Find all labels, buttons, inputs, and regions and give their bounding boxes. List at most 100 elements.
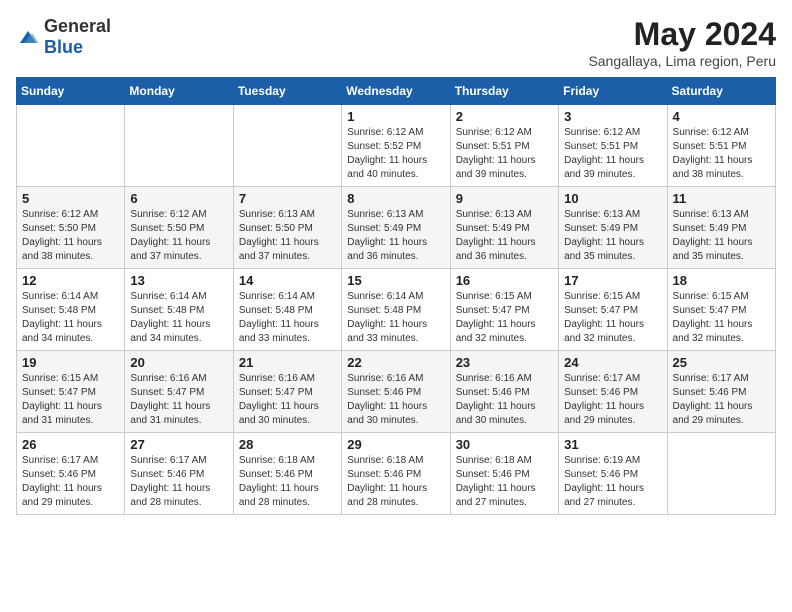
calendar-week-row: 1Sunrise: 6:12 AM Sunset: 5:52 PM Daylig… bbox=[17, 105, 776, 187]
day-number: 27 bbox=[130, 437, 227, 452]
calendar-cell: 27 Sunrise: 6:17 AM Sunset: 5:46 PM Dayli… bbox=[125, 433, 233, 515]
day-number: 26 bbox=[22, 437, 119, 452]
calendar-cell: 24 Sunrise: 6:17 AM Sunset: 5:46 PM Dayli… bbox=[559, 351, 667, 433]
calendar-cell: 10 Sunrise: 6:13 AM Sunset: 5:49 PM Dayli… bbox=[559, 187, 667, 269]
weekday-header: Friday bbox=[559, 78, 667, 105]
weekday-header: Wednesday bbox=[342, 78, 450, 105]
day-info: Sunrise: 6:14 AM Sunset: 5:48 PM Dayligh… bbox=[239, 290, 336, 346]
day-number: 22 bbox=[347, 355, 444, 370]
day-info: Sunrise: 6:17 AM Sunset: 5:46 PM Dayligh… bbox=[673, 372, 770, 428]
day-number: 5 bbox=[22, 191, 119, 206]
calendar-cell: 3Sunrise: 6:12 AM Sunset: 5:51 PM Daylig… bbox=[559, 105, 667, 187]
day-info: Sunrise: 6:18 AM Sunset: 5:46 PM Dayligh… bbox=[239, 454, 336, 510]
calendar-cell bbox=[233, 105, 341, 187]
calendar-cell: 9 Sunrise: 6:13 AM Sunset: 5:49 PM Daylig… bbox=[450, 187, 558, 269]
location: Sangallaya, Lima region, Peru bbox=[588, 53, 776, 69]
day-info: Sunrise: 6:16 AM Sunset: 5:47 PM Dayligh… bbox=[130, 372, 227, 428]
day-info: Sunrise: 6:16 AM Sunset: 5:46 PM Dayligh… bbox=[456, 372, 553, 428]
calendar-cell: 21Sunrise: 6:16 AM Sunset: 5:47 PM Dayli… bbox=[233, 351, 341, 433]
day-number: 2 bbox=[456, 109, 553, 124]
day-info: Sunrise: 6:12 AM Sunset: 5:51 PM Dayligh… bbox=[673, 126, 770, 182]
calendar-week-row: 12 Sunrise: 6:14 AM Sunset: 5:48 PM Dayli… bbox=[17, 269, 776, 351]
day-info: Sunrise: 6:17 AM Sunset: 5:46 PM Dayligh… bbox=[130, 454, 227, 510]
calendar-cell: 8Sunrise: 6:13 AM Sunset: 5:49 PM Daylig… bbox=[342, 187, 450, 269]
calendar-cell bbox=[667, 433, 775, 515]
calendar-cell: 20 Sunrise: 6:16 AM Sunset: 5:47 PM Dayli… bbox=[125, 351, 233, 433]
day-number: 10 bbox=[564, 191, 661, 206]
day-info: Sunrise: 6:17 AM Sunset: 5:46 PM Dayligh… bbox=[564, 372, 661, 428]
day-info: Sunrise: 6:19 AM Sunset: 5:46 PM Dayligh… bbox=[564, 454, 661, 510]
day-info: Sunrise: 6:13 AM Sunset: 5:49 PM Dayligh… bbox=[564, 208, 661, 264]
day-number: 16 bbox=[456, 273, 553, 288]
calendar-cell: 15Sunrise: 6:14 AM Sunset: 5:48 PM Dayli… bbox=[342, 269, 450, 351]
day-number: 13 bbox=[130, 273, 227, 288]
day-number: 20 bbox=[130, 355, 227, 370]
day-number: 18 bbox=[673, 273, 770, 288]
day-info: Sunrise: 6:15 AM Sunset: 5:47 PM Dayligh… bbox=[673, 290, 770, 346]
calendar-cell: 19Sunrise: 6:15 AM Sunset: 5:47 PM Dayli… bbox=[17, 351, 125, 433]
calendar-cell: 13 Sunrise: 6:14 AM Sunset: 5:48 PM Dayli… bbox=[125, 269, 233, 351]
month-title: May 2024 bbox=[588, 16, 776, 53]
calendar-cell: 22 Sunrise: 6:16 AM Sunset: 5:46 PM Dayli… bbox=[342, 351, 450, 433]
day-info: Sunrise: 6:14 AM Sunset: 5:48 PM Dayligh… bbox=[130, 290, 227, 346]
day-info: Sunrise: 6:13 AM Sunset: 5:49 PM Dayligh… bbox=[347, 208, 444, 264]
day-number: 23 bbox=[456, 355, 553, 370]
logo-general: General bbox=[44, 16, 111, 36]
day-info: Sunrise: 6:14 AM Sunset: 5:48 PM Dayligh… bbox=[347, 290, 444, 346]
day-info: Sunrise: 6:12 AM Sunset: 5:50 PM Dayligh… bbox=[22, 208, 119, 264]
calendar-table: SundayMondayTuesdayWednesdayThursdayFrid… bbox=[16, 77, 776, 515]
day-info: Sunrise: 6:12 AM Sunset: 5:50 PM Dayligh… bbox=[130, 208, 227, 264]
day-number: 30 bbox=[456, 437, 553, 452]
weekday-header: Thursday bbox=[450, 78, 558, 105]
calendar-cell: 25 Sunrise: 6:17 AM Sunset: 5:46 PM Dayli… bbox=[667, 351, 775, 433]
calendar-cell: 30Sunrise: 6:18 AM Sunset: 5:46 PM Dayli… bbox=[450, 433, 558, 515]
calendar-cell: 11Sunrise: 6:13 AM Sunset: 5:49 PM Dayli… bbox=[667, 187, 775, 269]
day-info: Sunrise: 6:14 AM Sunset: 5:48 PM Dayligh… bbox=[22, 290, 119, 346]
weekday-header-row: SundayMondayTuesdayWednesdayThursdayFrid… bbox=[17, 78, 776, 105]
day-number: 29 bbox=[347, 437, 444, 452]
day-number: 9 bbox=[456, 191, 553, 206]
calendar-cell: 6 Sunrise: 6:12 AM Sunset: 5:50 PM Daylig… bbox=[125, 187, 233, 269]
weekday-header: Saturday bbox=[667, 78, 775, 105]
calendar-cell: 17 Sunrise: 6:15 AM Sunset: 5:47 PM Dayli… bbox=[559, 269, 667, 351]
calendar-cell: 26 Sunrise: 6:17 AM Sunset: 5:46 PM Dayli… bbox=[17, 433, 125, 515]
title-block: May 2024 Sangallaya, Lima region, Peru bbox=[588, 16, 776, 69]
day-info: Sunrise: 6:13 AM Sunset: 5:49 PM Dayligh… bbox=[673, 208, 770, 264]
day-info: Sunrise: 6:15 AM Sunset: 5:47 PM Dayligh… bbox=[456, 290, 553, 346]
calendar-cell: 7 Sunrise: 6:13 AM Sunset: 5:50 PM Daylig… bbox=[233, 187, 341, 269]
day-info: Sunrise: 6:12 AM Sunset: 5:52 PM Dayligh… bbox=[347, 126, 444, 182]
day-number: 14 bbox=[239, 273, 336, 288]
day-number: 17 bbox=[564, 273, 661, 288]
day-number: 12 bbox=[22, 273, 119, 288]
day-number: 28 bbox=[239, 437, 336, 452]
calendar-cell: 12 Sunrise: 6:14 AM Sunset: 5:48 PM Dayli… bbox=[17, 269, 125, 351]
calendar-cell: 2Sunrise: 6:12 AM Sunset: 5:51 PM Daylig… bbox=[450, 105, 558, 187]
calendar-week-row: 26 Sunrise: 6:17 AM Sunset: 5:46 PM Dayli… bbox=[17, 433, 776, 515]
day-info: Sunrise: 6:16 AM Sunset: 5:47 PM Dayligh… bbox=[239, 372, 336, 428]
day-info: Sunrise: 6:12 AM Sunset: 5:51 PM Dayligh… bbox=[564, 126, 661, 182]
day-info: Sunrise: 6:15 AM Sunset: 5:47 PM Dayligh… bbox=[564, 290, 661, 346]
day-info: Sunrise: 6:17 AM Sunset: 5:46 PM Dayligh… bbox=[22, 454, 119, 510]
calendar-cell: 4Sunrise: 6:12 AM Sunset: 5:51 PM Daylig… bbox=[667, 105, 775, 187]
day-info: Sunrise: 6:13 AM Sunset: 5:49 PM Dayligh… bbox=[456, 208, 553, 264]
weekday-header: Sunday bbox=[17, 78, 125, 105]
calendar-cell: 18 Sunrise: 6:15 AM Sunset: 5:47 PM Dayli… bbox=[667, 269, 775, 351]
calendar-cell bbox=[125, 105, 233, 187]
logo-icon bbox=[16, 27, 40, 47]
calendar-week-row: 5 Sunrise: 6:12 AM Sunset: 5:50 PM Daylig… bbox=[17, 187, 776, 269]
day-info: Sunrise: 6:13 AM Sunset: 5:50 PM Dayligh… bbox=[239, 208, 336, 264]
calendar-week-row: 19Sunrise: 6:15 AM Sunset: 5:47 PM Dayli… bbox=[17, 351, 776, 433]
weekday-header: Monday bbox=[125, 78, 233, 105]
page-header: General Blue May 2024 Sangallaya, Lima r… bbox=[16, 16, 776, 69]
day-info: Sunrise: 6:18 AM Sunset: 5:46 PM Dayligh… bbox=[347, 454, 444, 510]
day-number: 24 bbox=[564, 355, 661, 370]
day-number: 25 bbox=[673, 355, 770, 370]
day-number: 6 bbox=[130, 191, 227, 206]
day-number: 7 bbox=[239, 191, 336, 206]
logo-text: General Blue bbox=[44, 16, 111, 58]
day-info: Sunrise: 6:16 AM Sunset: 5:46 PM Dayligh… bbox=[347, 372, 444, 428]
calendar-cell bbox=[17, 105, 125, 187]
calendar-cell: 31Sunrise: 6:19 AM Sunset: 5:46 PM Dayli… bbox=[559, 433, 667, 515]
calendar-cell: 23 Sunrise: 6:16 AM Sunset: 5:46 PM Dayli… bbox=[450, 351, 558, 433]
calendar-cell: 16 Sunrise: 6:15 AM Sunset: 5:47 PM Dayli… bbox=[450, 269, 558, 351]
